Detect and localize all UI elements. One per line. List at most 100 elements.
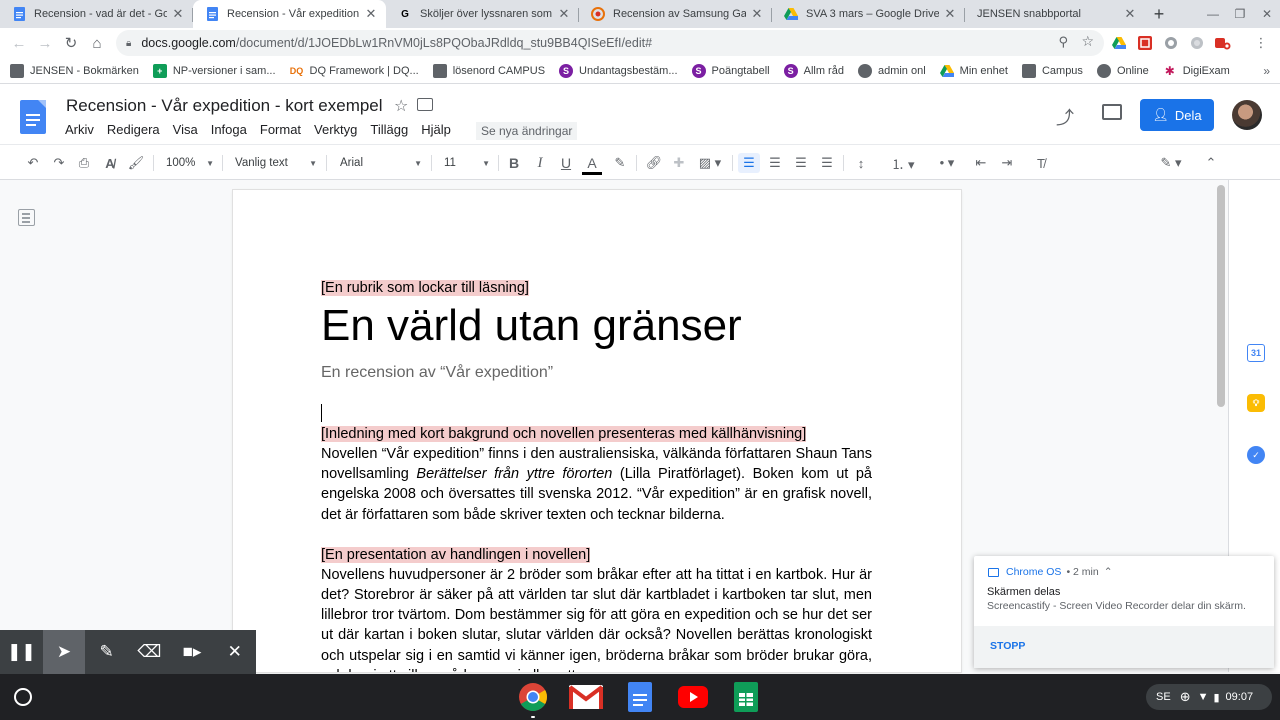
undo-icon[interactable]: ↶ [24,153,42,173]
pause-icon[interactable]: ❚❚ [0,630,43,674]
gmail-app-icon[interactable] [569,682,603,712]
close-tab-icon[interactable]: ✕ [171,6,185,22]
close-tab-icon[interactable]: ✕ [364,6,378,22]
youtube-app-icon[interactable] [676,682,710,712]
chevron-up-icon[interactable]: ⌃ [1104,566,1113,578]
back-arrow-icon[interactable]: ← [6,30,32,56]
close-tab-icon[interactable]: ✕ [750,6,764,22]
close-tab-icon[interactable]: ✕ [943,6,957,22]
browser-tab[interactable]: G Sköljer över lyssnaren som se ✕ [386,0,579,28]
clear-formatting-icon[interactable]: T̸ [1031,153,1051,173]
link-icon[interactable]: 🔗︎ [644,153,664,173]
browser-tab[interactable]: SVA 3 mars – Google Drive ✕ [772,0,965,28]
print-icon[interactable]: ⎙ [75,153,93,173]
bookmark-item[interactable]: S Poängtabell [691,63,770,78]
highlight-pen-icon[interactable]: ✎ [611,153,629,173]
text-color-icon[interactable]: A [582,153,602,175]
restore-icon[interactable]: ❐ [1227,0,1253,28]
bookmark-item[interactable]: JENSEN - Bokmärken [10,63,139,78]
activity-trend-icon[interactable]: ⤴ [1056,104,1074,130]
line-spacing-icon[interactable]: ↕ [850,153,872,173]
sheets-app-icon[interactable] [729,682,763,712]
font-family-select[interactable]: Arial ▼ [340,153,422,173]
bookmark-item[interactable]: Min enhet [939,64,1008,78]
keep-icon[interactable]: 💡︎ [1247,394,1265,412]
italic-icon[interactable]: I [531,153,549,173]
browser-tab[interactable]: JENSEN snabbportal ✕ [965,0,1145,28]
chrome-app-icon[interactable] [516,682,550,712]
collapse-menus-icon[interactable]: ⌃ [1202,153,1220,173]
increase-indent-icon[interactable]: ⇥ [997,153,1017,173]
align-left-icon[interactable]: ☰ [738,153,760,173]
address-bar[interactable]: 🔒︎ docs.google.com/document/d/1JOEDbLw1R… [116,30,1104,56]
bookmark-item[interactable]: DQ DQ Framework | DQ... [290,64,419,78]
move-folder-icon[interactable] [417,98,433,111]
pen-tool-icon[interactable]: ✎ [85,630,128,674]
insert-image-icon[interactable]: ▨ ▾ [696,153,724,173]
document-body[interactable]: [En rubrik som lockar till läsning] En v… [321,278,872,672]
document-page[interactable]: [En rubrik som lockar till läsning] En v… [233,190,961,672]
bookmark-item[interactable]: ✱ DigiExam [1163,64,1230,78]
bookmark-item[interactable]: + NP-versioner i sam... [152,63,276,78]
spellcheck-icon[interactable]: A̸ [101,153,119,173]
screencastify-extension-icon[interactable] [1214,34,1232,52]
menu-hjalp[interactable]: Hjälp [421,122,451,137]
reload-icon[interactable]: ↻ [58,30,84,56]
menu-visa[interactable]: Visa [173,122,198,137]
close-tab-icon[interactable]: ✕ [557,6,571,22]
menu-verktyg[interactable]: Verktyg [314,122,357,137]
calendar-icon[interactable]: 31 [1247,344,1265,362]
bold-icon[interactable]: B [505,153,523,173]
minimize-icon[interactable]: — [1200,0,1226,28]
docs-home-icon[interactable] [20,100,46,134]
browser-tab-active[interactable]: Recension - Vår expedition - k ✕ [193,0,386,28]
drive-extension-icon[interactable] [1110,34,1128,52]
document-outline-icon[interactable] [18,209,35,226]
forward-arrow-icon[interactable]: → [32,30,58,56]
zoom-magnifier-icon[interactable]: ⚲ [1058,34,1068,50]
new-tab-button[interactable]: + [1145,0,1173,28]
menu-format[interactable]: Format [260,122,301,137]
bookmark-item[interactable]: S Undantagsbestäm... [559,63,678,78]
bookmark-item[interactable]: admin onl [857,63,926,78]
menu-infoga[interactable]: Infoga [211,122,247,137]
paragraph-style-select[interactable]: Vanlig text ▼ [235,153,317,173]
font-size-select[interactable]: 11 ▼ [444,153,490,173]
avatar[interactable] [1232,100,1262,130]
decrease-indent-icon[interactable]: ⇤ [971,153,991,173]
browser-tab[interactable]: Recension av Samsung Galax ✕ [579,0,772,28]
bookmarks-overflow-icon[interactable]: » [1263,64,1270,78]
close-tab-icon[interactable]: ✕ [1123,6,1137,22]
bookmark-item[interactable]: Campus [1021,63,1083,78]
webcam-icon[interactable]: ■▸ [171,630,214,674]
paint-format-icon[interactable]: 🖌︎ [127,153,145,173]
zoom-select[interactable]: 100% ▼ [166,153,214,173]
bookmark-item[interactable]: lösenord CAMPUS [432,63,545,78]
document-title[interactable]: Recension - Vår expedition - kort exempe… [66,96,383,116]
stop-button[interactable]: STOPP [990,640,1025,652]
document-scrollbar[interactable] [1217,185,1225,407]
close-icon[interactable]: ✕ [213,630,256,674]
underline-icon[interactable]: U [557,153,575,173]
record-extension-icon[interactable] [1188,34,1206,52]
star-icon[interactable]: ☆ [394,96,408,116]
eraser-tool-icon[interactable]: ⌫ [128,630,171,674]
launcher-icon[interactable] [14,688,32,706]
comment-icon[interactable] [1102,104,1122,120]
chrome-menu-icon[interactable]: ⋮ [1252,34,1270,52]
dq-extension-icon[interactable] [1136,34,1154,52]
cursor-tool-icon[interactable]: ➤ [42,630,86,674]
extension-icon[interactable] [1162,34,1180,52]
see-new-changes-link[interactable]: Se nya ändringar [476,122,578,140]
bookmark-item[interactable]: Online [1096,63,1149,78]
align-justify-icon[interactable]: ☰ [817,153,837,173]
align-right-icon[interactable]: ☰ [791,153,811,173]
home-icon[interactable]: ⌂ [84,30,110,56]
numbered-list-icon[interactable]: ⒈ ▾ [885,153,921,173]
editing-mode-icon[interactable]: ✎ ▾ [1154,153,1188,173]
close-window-icon[interactable]: ✕ [1254,0,1280,28]
system-tray[interactable]: SE ⊕ ▼ ▮ 09:07 [1146,684,1272,710]
browser-tab[interactable]: Recension - vad är det - Google ✕ [0,0,193,28]
tasks-icon[interactable]: ✓ [1247,446,1265,464]
menu-arkiv[interactable]: Arkiv [65,122,94,137]
